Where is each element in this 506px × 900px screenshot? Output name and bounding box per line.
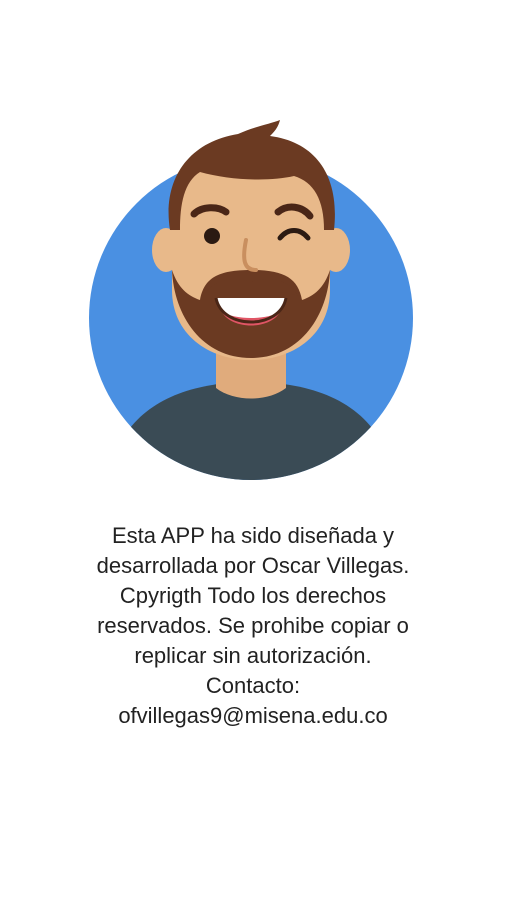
about-description: Esta APP ha sido diseñada y desarrollada…	[40, 521, 466, 731]
avatar-icon	[88, 120, 414, 482]
contact-label: Contacto:	[205, 673, 301, 698]
about-line-1: Esta APP ha sido diseñada y	[111, 523, 395, 548]
about-line-5: replicar sin autorización.	[134, 643, 372, 668]
about-line-2: desarrollada por Oscar Villegas.	[96, 553, 410, 578]
contact-email: ofvillegas9@misena.edu.co	[118, 703, 388, 728]
about-screen: Esta APP ha sido diseñada y desarrollada…	[0, 0, 506, 900]
about-line-3: Cpyrigth Todo los derechos	[119, 583, 387, 608]
about-line-4: reservados. Se prohibe copiar o	[97, 613, 409, 638]
